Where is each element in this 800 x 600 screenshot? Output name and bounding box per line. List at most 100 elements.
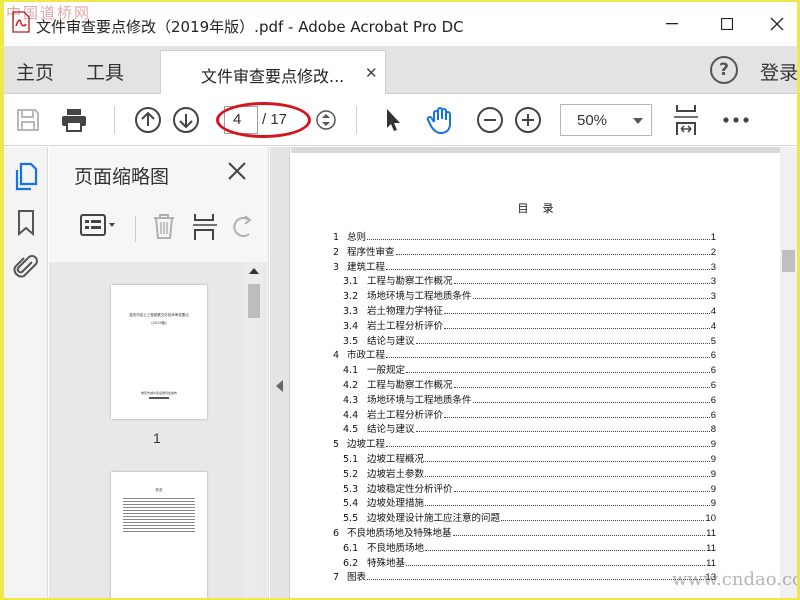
page-thumbnails-nav[interactable] <box>12 162 40 191</box>
toc-entry[interactable]: 4.1 一般规定 6 <box>343 363 716 376</box>
thumbnail-scroll-thumb[interactable] <box>248 284 260 318</box>
toc-entry-page: 2 <box>710 246 716 258</box>
toc-entry-page: 3 <box>710 291 716 303</box>
toc-entry[interactable]: 3.1 工程与勘察工作概况 3 <box>343 274 716 287</box>
toc-entry[interactable]: 7 图表 13 <box>333 570 716 583</box>
print-icon <box>62 109 86 132</box>
toc-entry-page: 6 <box>710 394 716 406</box>
page-stepper[interactable] <box>310 104 342 136</box>
fit-page-button[interactable] <box>670 104 702 136</box>
toc-entry[interactable]: 1 总则 1 <box>333 230 716 243</box>
toc-entry-text: 边坡稳定性分析评价 <box>367 483 453 495</box>
toc-leader-dots <box>453 283 710 285</box>
toc-entry[interactable]: 5 边坡工程 9 <box>333 437 716 450</box>
zoom-in-button[interactable] <box>512 104 544 136</box>
more-tools-button[interactable] <box>720 104 752 136</box>
toc-entry[interactable]: 4.4 岩土工程分析评价 6 <box>343 408 716 421</box>
rotate-page-button[interactable] <box>233 212 253 244</box>
toc-entry-text: 场地环境与工程地质条件 <box>367 394 472 406</box>
toc-entry[interactable]: 3.5 结论与建议 5 <box>343 334 716 347</box>
toc-entry[interactable]: 6.2 特殊地基 11 <box>343 556 716 569</box>
zoom-out-button[interactable] <box>474 104 506 136</box>
toc-entry-number: 2 <box>333 246 340 258</box>
toc-leader-dots <box>501 520 705 522</box>
toc-entry-number: 7 <box>333 572 340 584</box>
toc-entry[interactable]: 3.4 岩土工程分析评价 4 <box>343 319 716 332</box>
toc-entry[interactable]: 5.4 边坡处理措施 9 <box>343 496 716 509</box>
insert-page-button[interactable] <box>191 212 219 246</box>
zoom-select[interactable]: 50% <box>560 104 652 136</box>
document-view[interactable]: 目录 1 总则 1 2 程序性审查 2 3 建筑工程 3 3.1 工程与勘察工作概况 3 3.2 场地环境… <box>291 147 780 598</box>
page-thumbnail-1[interactable]: 重庆市岩土工程勘察文件技术审查要点 (2019版) 重庆市城乡建设委员会发布 <box>111 285 207 419</box>
help-button[interactable]: ? <box>710 56 738 84</box>
toc-leader-dots <box>386 268 710 270</box>
toc-entry-text: 市政工程 <box>347 350 386 362</box>
delete-page-button[interactable] <box>151 212 177 244</box>
toc-entry-number: 3.5 <box>343 335 359 347</box>
print-button[interactable] <box>58 104 90 136</box>
toc-entry-page: 11 <box>706 528 716 539</box>
attachments-nav[interactable] <box>12 253 40 281</box>
scroll-up-icon[interactable] <box>249 268 259 274</box>
toc-entry[interactable]: 5.1 边坡工程概况 9 <box>343 452 716 465</box>
toc-entry-number: 5.5 <box>343 513 359 525</box>
toc-entry-text: 不良地质场地及特殊地基 <box>347 528 452 539</box>
thumbnail-scrollbar[interactable] <box>245 262 263 598</box>
maximize-button[interactable] <box>704 2 750 46</box>
title-bar: 中国道桥网 文件审查要点修改（2019年版）.pdf - Adobe Acrob… <box>4 2 797 46</box>
toc-entry[interactable]: 4.2 工程与勘察工作概况 6 <box>343 378 716 391</box>
previous-page-button[interactable] <box>132 104 164 136</box>
save-button[interactable] <box>12 104 44 136</box>
bookmarks-nav[interactable] <box>12 209 40 237</box>
toc-entry-text: 边坡处理措施 <box>367 498 425 510</box>
toc-entry-number: 4 <box>333 350 340 362</box>
toc-entry-text: 场地环境与工程地质条件 <box>367 291 472 303</box>
minimize-button[interactable] <box>649 2 695 46</box>
toc-entry-number: 5.3 <box>343 483 359 495</box>
tab-close-icon[interactable]: ✕ <box>365 64 378 82</box>
toc-entry[interactable]: 3.3 岩土物理力学特征 4 <box>343 304 716 317</box>
toc-entry[interactable]: 6.1 不良地质场地 11 <box>343 541 716 554</box>
toc-entry[interactable]: 3 建筑工程 3 <box>333 260 716 273</box>
next-page-button[interactable] <box>170 104 202 136</box>
hand-tool-button[interactable] <box>424 104 456 136</box>
toc-entry[interactable]: 4 市政工程 6 <box>333 348 716 361</box>
toc-entry-text: 岩土工程分析评价 <box>367 409 444 421</box>
thumbnail-page-number: 1 <box>153 430 161 446</box>
toc-heading: 目录 <box>517 202 568 215</box>
tools-menu[interactable]: 工具 <box>86 58 124 85</box>
toc-entry[interactable]: 2 程序性审查 2 <box>333 245 716 258</box>
close-icon[interactable] <box>225 159 249 183</box>
toc-entry[interactable]: 3.2 场地环境与工程地质条件 3 <box>343 289 716 302</box>
toc-entry-page: 4 <box>710 320 716 332</box>
menu-bar: 主页 工具 文件审查要点修改... ✕ <box>4 46 797 94</box>
toc-entry[interactable]: 6 不良地质场地及特殊地基 11 <box>333 526 716 539</box>
document-scroll-thumb[interactable] <box>782 250 795 272</box>
arrow-up-circle-icon <box>135 107 161 133</box>
toc-entry[interactable]: 4.5 结论与建议 8 <box>343 422 716 435</box>
page-thumbnail-2[interactable]: 前言 <box>111 472 207 598</box>
thumbnail-options-button[interactable] <box>79 212 117 242</box>
thumb-footer: 重庆市城乡建设委员会发布 <box>140 391 177 395</box>
toc-leader-dots <box>367 239 710 240</box>
select-tool-button[interactable] <box>376 104 408 136</box>
more-icon <box>723 117 749 123</box>
paperclip-icon <box>13 255 38 278</box>
toc-entry[interactable]: 4.3 场地环境与工程地质条件 6 <box>343 393 716 406</box>
login-link[interactable]: 登录 <box>760 58 797 85</box>
panel-collapse-handle[interactable] <box>270 147 290 598</box>
toc-entry-text: 结论与建议 <box>367 335 415 347</box>
toc-entry[interactable]: 5.5 边坡处理设计施工应注意的问题 10 <box>343 511 716 524</box>
window-title: 文件审查要点修改（2019年版）.pdf - Adobe Acrobat Pro… <box>36 18 464 36</box>
close-window-button[interactable] <box>754 2 797 46</box>
toc-entry[interactable]: 5.3 边坡稳定性分析评价 9 <box>343 482 716 495</box>
bookmark-icon <box>18 210 34 237</box>
toc-entry-page: 9 <box>710 454 716 465</box>
thumbnail-list[interactable]: 重庆市岩土工程勘察文件技术审查要点 (2019版) 重庆市城乡建设委员会发布 1… <box>49 262 267 598</box>
toc-entry[interactable]: 5.2 边坡岩土参数 9 <box>343 467 716 480</box>
document-scrollbar[interactable] <box>780 147 797 598</box>
toc-leader-dots <box>472 298 710 300</box>
toc-leader-dots <box>386 357 710 359</box>
home-menu[interactable]: 主页 <box>16 58 54 85</box>
document-tab[interactable]: 文件审查要点修改... ✕ <box>160 50 386 94</box>
